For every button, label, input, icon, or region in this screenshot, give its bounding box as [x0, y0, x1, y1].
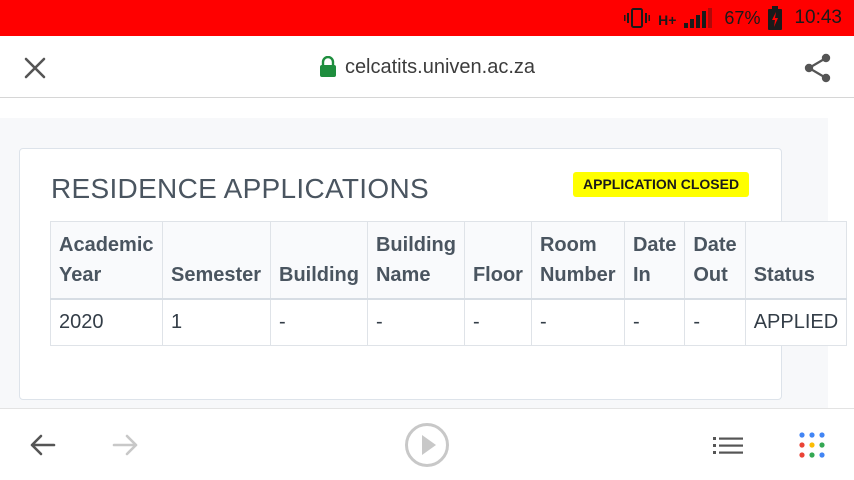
clock: 10:43	[794, 7, 842, 28]
close-icon[interactable]	[20, 53, 50, 83]
column-header-label: Date	[632, 233, 677, 256]
column-building-name: Building Name	[366, 221, 465, 299]
cell-date-in: -	[623, 298, 686, 346]
column-header-label: Number	[539, 263, 616, 286]
column-header-label: Year	[59, 263, 102, 286]
column-academic-year: Academic Year	[50, 221, 163, 299]
column-status: Status	[744, 221, 848, 299]
status-icons: H+ 67% 10:43	[624, 0, 842, 36]
cell-room-number: -	[530, 298, 625, 346]
custom-tab-toolbar: celcatits.univen.ac.za	[0, 36, 854, 98]
column-header-label: Status	[753, 263, 815, 286]
share-icon[interactable]	[802, 52, 834, 84]
back-arrow-icon[interactable]	[24, 429, 60, 461]
column-semester: Semester	[162, 221, 271, 299]
column-header-label: Building	[375, 233, 456, 256]
column-header-label: Academic	[59, 233, 154, 256]
column-header-label: Name	[375, 263, 431, 286]
column-building: Building	[270, 221, 368, 299]
status-badge: APPLICATION CLOSED	[573, 172, 750, 197]
play-icon[interactable]	[403, 421, 451, 469]
page-title: RESIDENCE APPLICATIONS	[51, 173, 429, 204]
lock-icon	[319, 56, 337, 78]
column-header-label: Out	[693, 263, 728, 286]
cell-floor: -	[463, 298, 532, 346]
applications-table: Academic Year Semester Building Building N…	[50, 221, 848, 346]
battery-percent: 67%	[724, 7, 761, 28]
column-header-label: Floor	[472, 263, 523, 286]
column-header-label: Semester	[171, 263, 262, 286]
cell-semester: 1	[162, 298, 271, 346]
cell-status: APPLIED	[744, 298, 848, 346]
menu-icon[interactable]	[710, 431, 746, 459]
battery-charging-icon	[768, 6, 783, 30]
column-room-number: Room Number	[530, 221, 625, 299]
column-date-out: Date Out	[684, 221, 746, 299]
table-header-row: Academic Year Semester Building Building N…	[50, 221, 848, 299]
apps-grid-icon[interactable]	[796, 429, 828, 461]
signal-icon	[684, 8, 716, 28]
table-row: 2020 1 - - - - - - APPLIED	[50, 298, 848, 346]
column-header-label: In	[632, 263, 651, 286]
network-type: H+	[658, 12, 677, 28]
column-floor: Floor	[463, 221, 532, 299]
url-bar[interactable]: celcatits.univen.ac.za	[0, 36, 854, 98]
cell-academic-year: 2020	[50, 298, 163, 346]
status-bar: H+ 67% 10:43	[0, 0, 854, 36]
cell-building: -	[270, 298, 368, 346]
column-header-label: Room	[539, 233, 597, 256]
column-header-label: Date	[693, 233, 737, 256]
forward-arrow-icon[interactable]	[108, 429, 144, 461]
bottom-toolbar	[0, 408, 854, 480]
vibrate-icon	[624, 7, 651, 29]
cell-building-name: -	[366, 298, 465, 346]
cell-date-out: -	[684, 298, 746, 346]
url-text: celcatits.univen.ac.za	[344, 55, 536, 78]
column-date-in: Date In	[623, 221, 686, 299]
column-header-label: Building	[279, 263, 359, 286]
